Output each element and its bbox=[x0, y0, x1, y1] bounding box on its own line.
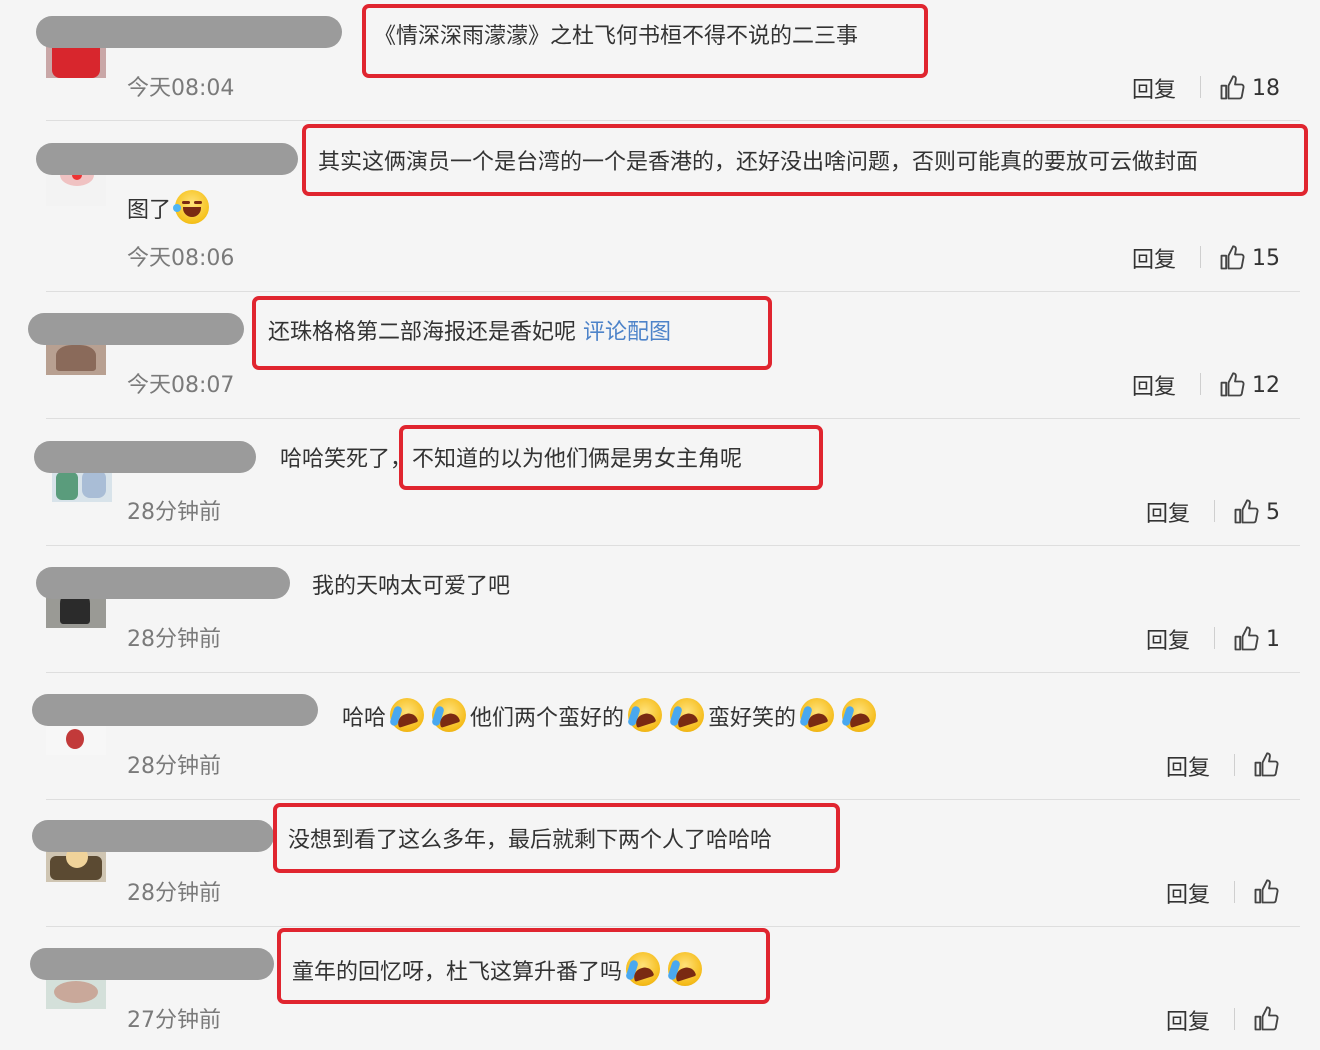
thumbs-up-icon bbox=[1254, 1006, 1279, 1031]
like-button[interactable] bbox=[1252, 1005, 1286, 1033]
separator bbox=[1234, 1008, 1235, 1030]
comment-time: 27分钟前 bbox=[127, 1008, 221, 1033]
username-redacted[interactable] bbox=[30, 948, 274, 980]
comment-item: 童年的回忆呀，杜飞这算升番了吗 27分钟前 回复 bbox=[0, 0, 1320, 1050]
reply-button[interactable]: 回复 bbox=[1166, 1004, 1210, 1036]
highlight-box bbox=[277, 928, 770, 1004]
